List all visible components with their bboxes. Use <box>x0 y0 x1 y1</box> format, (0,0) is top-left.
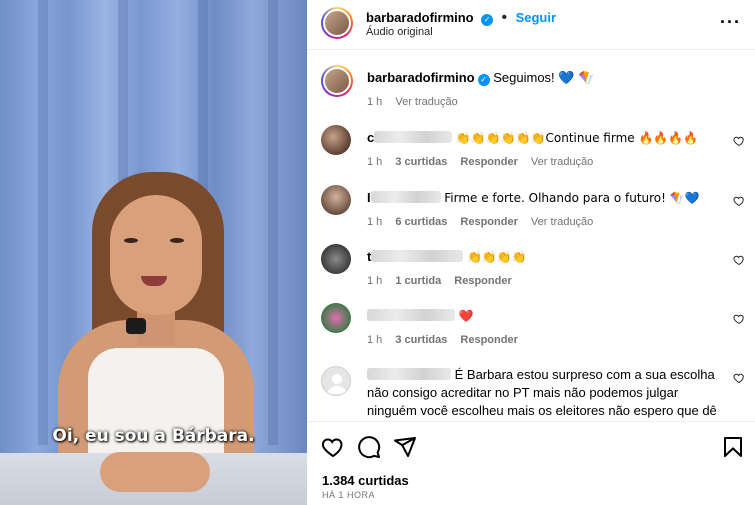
comment-time[interactable]: 1 h <box>367 275 382 287</box>
like-comment-icon[interactable] <box>733 254 745 266</box>
lapel-mic <box>126 318 146 334</box>
caption-time[interactable]: 1 h <box>367 96 382 108</box>
blurred-username <box>370 191 441 203</box>
commenter-avatar[interactable] <box>321 244 351 274</box>
blurred-username <box>371 250 464 262</box>
more-options-icon[interactable]: ··· <box>720 12 741 33</box>
curtain <box>268 0 278 445</box>
like-comment-icon[interactable] <box>733 135 745 147</box>
author-avatar[interactable] <box>321 7 353 39</box>
reply-button[interactable]: Responder <box>460 156 517 168</box>
comments-list[interactable]: barbaradofirmino ✓ Seguimos! 💙 🪁 1 h Ver … <box>307 51 755 420</box>
comment-text: ❤️ <box>458 309 474 323</box>
comment-text: 👏👏👏👏👏👏Continue firme 🔥🔥🔥🔥 <box>455 131 699 145</box>
share-icon[interactable] <box>393 435 417 459</box>
verified-icon: ✓ <box>481 14 494 26</box>
blurred-username <box>367 309 455 321</box>
caption-username[interactable]: barbaradofirmino <box>367 70 475 85</box>
reply-button[interactable]: Responder <box>460 334 517 346</box>
comment-likes[interactable]: 6 curtidas <box>395 216 447 228</box>
like-comment-icon[interactable] <box>733 372 745 384</box>
comment-time[interactable]: 1 h <box>367 216 382 228</box>
comment-text: 👏👏👏👏 <box>466 250 527 264</box>
translate-link[interactable]: Ver tradução <box>395 96 457 108</box>
post-time[interactable]: HÁ 1 HORA <box>322 490 375 500</box>
bookmark-icon[interactable] <box>721 435 745 459</box>
like-comment-icon[interactable] <box>733 195 745 207</box>
comment-username[interactable]: c <box>367 130 374 145</box>
heart-icon[interactable] <box>321 435 345 459</box>
person-hands <box>100 452 210 492</box>
commenter-avatar[interactable] <box>321 303 351 333</box>
commenter-avatar[interactable] <box>321 125 351 155</box>
post-header: barbaradofirmino ✓ • Seguir Áudio origin… <box>307 0 755 50</box>
verified-icon: ✓ <box>477 74 490 86</box>
comment-likes[interactable]: 1 curtida <box>395 275 441 287</box>
blurred-username <box>367 368 451 380</box>
reply-button[interactable]: Responder <box>454 275 511 287</box>
audio-label[interactable]: Áudio original <box>366 26 433 38</box>
comment-time[interactable]: 1 h <box>367 156 382 168</box>
caption-text: Seguimos! 💙 🪁 <box>493 70 595 85</box>
translate-link[interactable]: Ver tradução <box>531 216 593 228</box>
translate-link[interactable]: Ver tradução <box>531 156 593 168</box>
comment-likes[interactable]: 3 curtidas <box>395 334 447 346</box>
comment-time[interactable]: 1 h <box>367 334 382 346</box>
comment-icon[interactable] <box>357 435 381 459</box>
reel-video[interactable]: Oi, eu sou a Bárbara. <box>0 0 307 505</box>
follow-button[interactable]: Seguir <box>516 10 556 25</box>
default-avatar-icon[interactable] <box>321 366 351 396</box>
comment-likes[interactable]: 3 curtidas <box>395 156 447 168</box>
blurred-username <box>374 131 453 143</box>
like-comment-icon[interactable] <box>733 313 745 325</box>
like-count[interactable]: 1.384 curtidas <box>322 473 409 488</box>
action-bar: 1.384 curtidas HÁ 1 HORA <box>307 421 755 505</box>
author-avatar[interactable] <box>321 65 353 97</box>
post-panel: barbaradofirmino ✓ • Seguir Áudio origin… <box>307 0 755 505</box>
person-face <box>110 195 202 315</box>
separator-dot: • <box>501 9 508 26</box>
curtain <box>38 0 48 445</box>
person-eye <box>170 238 184 243</box>
person-eye <box>124 238 138 243</box>
video-subtitle: Oi, eu sou a Bárbara. <box>52 426 255 446</box>
commenter-avatar[interactable] <box>321 185 351 215</box>
reply-button[interactable]: Responder <box>460 216 517 228</box>
comment-text: Firme e forte. Olhando para o futuro! 🪁💙 <box>444 191 700 205</box>
author-username[interactable]: barbaradofirmino <box>366 10 474 25</box>
